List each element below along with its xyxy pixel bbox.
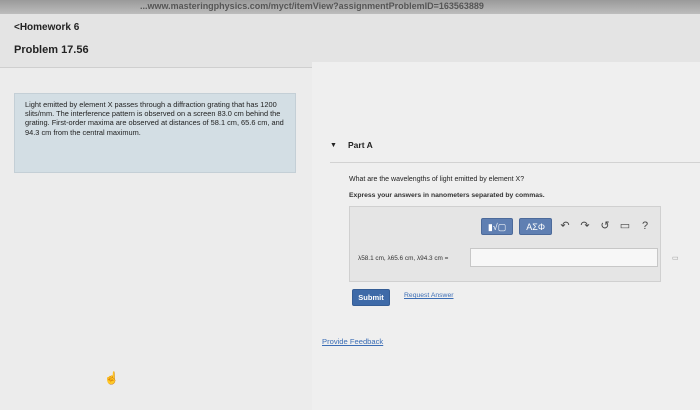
answer-panel: ▮√▢ ΑΣΦ ↶ ↷ ↺ ▭ ? λ58.1 cm, λ65.6 cm, λ9… (349, 206, 661, 282)
page: <Homework 6 Problem 17.56 Light emitted … (0, 14, 700, 410)
answer-input[interactable] (470, 248, 658, 267)
math-toolbar: ▮√▢ ΑΣΦ ↶ ↷ ↺ ▭ ? (480, 217, 652, 235)
answer-label: λ58.1 cm, λ65.6 cm, λ94.3 cm = (358, 255, 449, 262)
provide-feedback-link[interactable]: Provide Feedback (322, 337, 383, 346)
url-text: ...www.masteringphysics.com/myct/itemVie… (140, 1, 484, 11)
problem-title: Problem 17.56 (14, 44, 89, 56)
reset-icon[interactable]: ↺ (598, 219, 612, 233)
browser-url-bar[interactable]: ...www.masteringphysics.com/myct/itemVie… (0, 0, 700, 14)
submit-button[interactable]: Submit (352, 289, 390, 306)
collapse-toggle-icon[interactable]: ▼ (330, 142, 337, 149)
back-to-homework-link[interactable]: <Homework 6 (14, 22, 79, 33)
problem-statement: Light emitted by element X passes throug… (14, 93, 296, 173)
question-text: What are the wavelengths of light emitte… (349, 176, 525, 183)
template-button[interactable]: ▮√▢ (480, 217, 514, 235)
request-answer-link[interactable]: Request Answer (404, 292, 454, 299)
instruction-text: Express your answers in nanometers separ… (349, 192, 545, 199)
keyboard-toggle-icon[interactable]: ▭ (672, 254, 679, 262)
hand-cursor-icon: ☝ (104, 371, 119, 385)
help-icon[interactable]: ? (638, 219, 652, 233)
header: <Homework 6 Problem 17.56 (0, 14, 700, 68)
problem-text: Light emitted by element X passes throug… (25, 100, 284, 137)
keyboard-icon[interactable]: ▭ (618, 219, 632, 233)
redo-icon[interactable]: ↷ (578, 219, 592, 233)
part-title: Part A (348, 140, 373, 150)
divider (330, 162, 700, 163)
greek-symbols-button[interactable]: ΑΣΦ (519, 217, 552, 235)
undo-icon[interactable]: ↶ (558, 219, 572, 233)
part-panel: ▼ Part A What are the wavelengths of lig… (312, 62, 700, 410)
